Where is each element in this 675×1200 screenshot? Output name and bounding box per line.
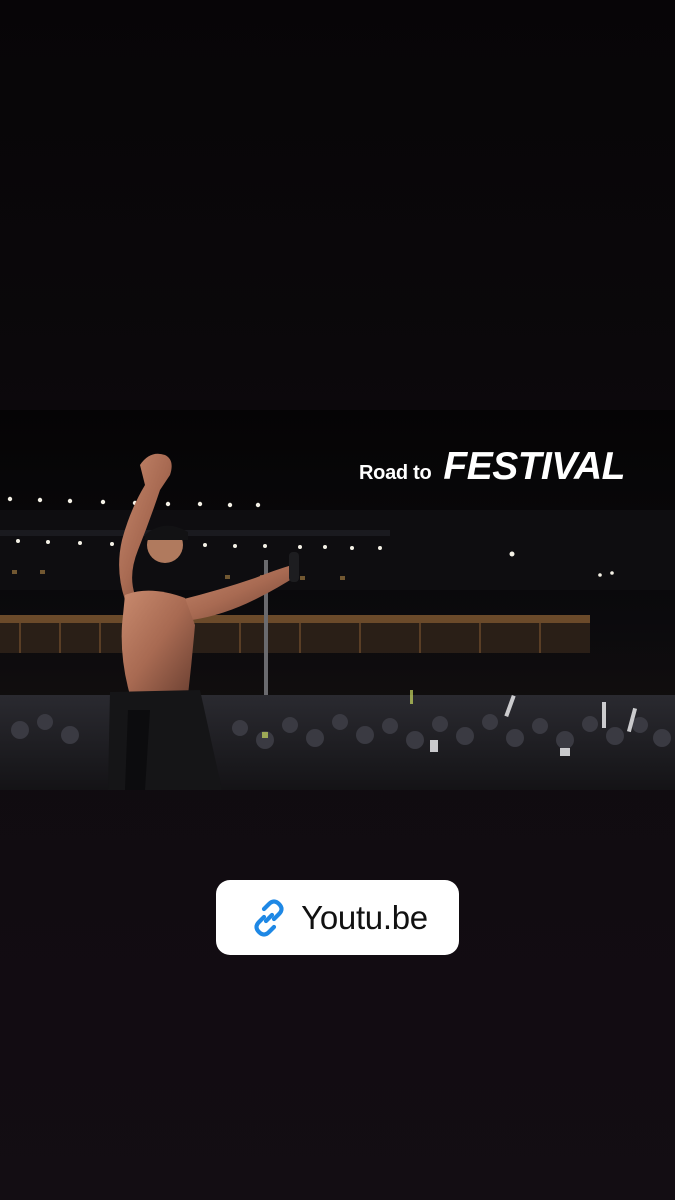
story-screen: Road to FESTIVAL Youtu.be xyxy=(0,0,675,1200)
title-main: FESTIVAL xyxy=(443,445,625,488)
link-label: Youtu.be xyxy=(301,898,428,936)
video-title: Road to FESTIVAL xyxy=(359,445,625,489)
title-prefix: Road to xyxy=(359,462,432,484)
link-sticker[interactable]: Youtu.be xyxy=(216,880,459,955)
link-icon xyxy=(254,898,284,937)
